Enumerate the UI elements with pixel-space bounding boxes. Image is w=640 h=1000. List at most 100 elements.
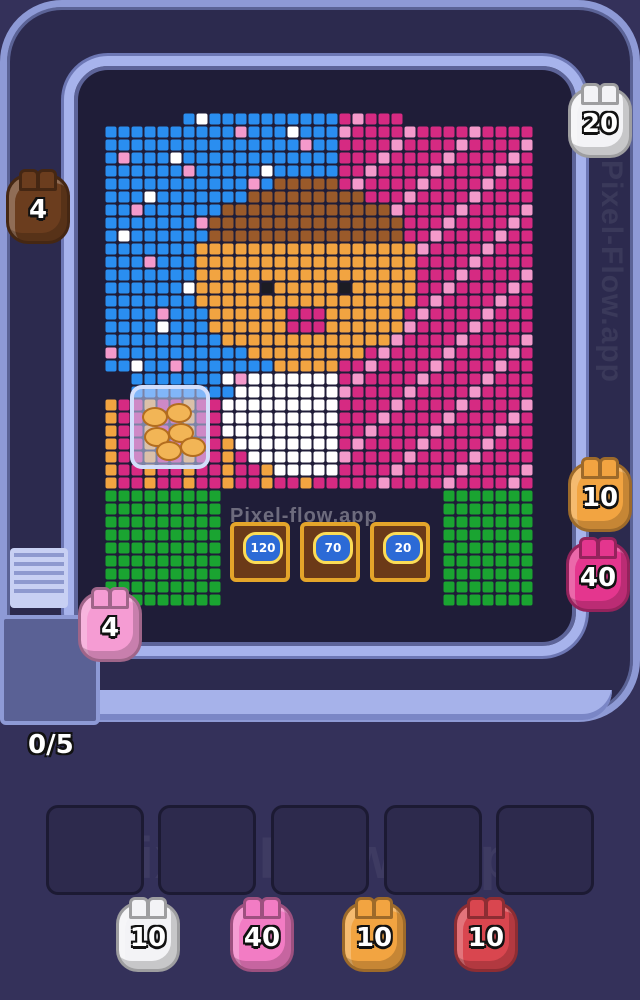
- pixel-cell: [417, 230, 429, 242]
- pixel-cell: [209, 503, 221, 515]
- pixel-cell: [417, 269, 429, 281]
- pixel-cell: [326, 347, 338, 359]
- pixel-cell: [326, 321, 338, 333]
- pixel-cell: [469, 373, 481, 385]
- track-pig[interactable]: 4: [78, 587, 142, 662]
- pixel-cell: [521, 139, 533, 151]
- chest-slot[interactable]: 70: [300, 522, 360, 582]
- pixel-cell: [131, 282, 143, 294]
- pixel-cell: [313, 399, 325, 411]
- pixel-cell: [248, 360, 260, 372]
- pixel-cell: [352, 204, 364, 216]
- pixel-cell: [183, 230, 195, 242]
- pixel-cell: [404, 152, 416, 164]
- pixel-cell: [131, 191, 143, 203]
- pixel-cell: [105, 412, 117, 424]
- pixel-cell: [430, 347, 442, 359]
- pixel-cell: [391, 204, 403, 216]
- pixel-cell: [339, 152, 351, 164]
- queue-pig[interactable]: 10: [454, 897, 518, 972]
- queue-slot-4[interactable]: [384, 805, 482, 895]
- pixel-cell: [430, 399, 442, 411]
- pixel-cell: [261, 373, 273, 385]
- pixel-cell: [196, 555, 208, 567]
- track-pig[interactable]: 10: [568, 457, 632, 532]
- pixel-cell: [131, 360, 143, 372]
- pixel-cell: [209, 308, 221, 320]
- pixel-cell: [183, 295, 195, 307]
- pixel-cell: [287, 399, 299, 411]
- pixel-cell: [300, 217, 312, 229]
- pixel-cell: [352, 230, 364, 242]
- pixel-cell: [391, 399, 403, 411]
- pixel-cell: [365, 386, 377, 398]
- pixel-cell: [339, 334, 351, 346]
- pixel-cell: [157, 295, 169, 307]
- pixel-cell: [222, 399, 234, 411]
- pixel-cell: [417, 464, 429, 476]
- pixel-cell: [417, 152, 429, 164]
- pixel-cell: [443, 321, 455, 333]
- pixel-cell: [300, 191, 312, 203]
- pixel-cell: [313, 425, 325, 437]
- pixel-cell: [404, 308, 416, 320]
- queue-slot-3[interactable]: [271, 805, 369, 895]
- queue-pig[interactable]: 10: [342, 897, 406, 972]
- pixel-cell: [131, 126, 143, 138]
- pixel-cell: [196, 217, 208, 229]
- pixel-cell: [144, 230, 156, 242]
- pixel-cell: [365, 204, 377, 216]
- pixel-cell: [287, 295, 299, 307]
- pixel-cell: [391, 113, 403, 125]
- pixel-cell: [521, 334, 533, 346]
- pixel-cell: [235, 412, 247, 424]
- track-pig[interactable]: 4: [6, 169, 70, 244]
- pixel-cell: [391, 438, 403, 450]
- pixel-cell: [339, 386, 351, 398]
- pixel-cell: [378, 191, 390, 203]
- pixel-cell: [131, 269, 143, 281]
- pixel-cell: [118, 152, 130, 164]
- pixel-cell: [287, 347, 299, 359]
- pixel-cell: [482, 555, 494, 567]
- pixel-cell: [365, 360, 377, 372]
- pixel-cell: [352, 217, 364, 229]
- pixel-cell: [105, 165, 117, 177]
- chest-slot[interactable]: 120: [230, 522, 290, 582]
- pixel-cell: [261, 360, 273, 372]
- pixel-cell: [235, 373, 247, 385]
- queue-pig[interactable]: 10: [116, 897, 180, 972]
- chest-slot[interactable]: 20: [370, 522, 430, 582]
- pixel-cell: [365, 178, 377, 190]
- queue-slot-2[interactable]: [158, 805, 256, 895]
- pixel-cell: [456, 321, 468, 333]
- pixel-cell: [131, 152, 143, 164]
- pixel-cell: [352, 347, 364, 359]
- track-pig[interactable]: 40: [566, 537, 630, 612]
- pixel-cell: [248, 425, 260, 437]
- track-pig[interactable]: 20: [568, 83, 632, 158]
- pixel-cell: [235, 477, 247, 489]
- pixel-cell: [495, 178, 507, 190]
- pixel-cell: [495, 243, 507, 255]
- pixel-cell: [209, 113, 221, 125]
- conveyor-bottom-rail: [92, 690, 612, 720]
- queue-slot-5[interactable]: [496, 805, 594, 895]
- pixel-cell: [326, 373, 338, 385]
- pixel-cell: [456, 282, 468, 294]
- pixel-cell: [157, 542, 169, 554]
- pixel-cell: [521, 269, 533, 281]
- pixel-cell: [170, 139, 182, 151]
- pixel-cell: [482, 594, 494, 606]
- pixel-cell: [300, 243, 312, 255]
- queue-slot-1[interactable]: [46, 805, 144, 895]
- queue-pig[interactable]: 40: [230, 897, 294, 972]
- pixel-cell: [456, 516, 468, 528]
- pixel-cell: [248, 386, 260, 398]
- pixel-cell: [482, 568, 494, 580]
- pixel-cell: [495, 256, 507, 268]
- pixel-cell: [365, 399, 377, 411]
- pixel-cell: [300, 269, 312, 281]
- pixel-cell: [495, 464, 507, 476]
- egg-cage[interactable]: [130, 385, 210, 469]
